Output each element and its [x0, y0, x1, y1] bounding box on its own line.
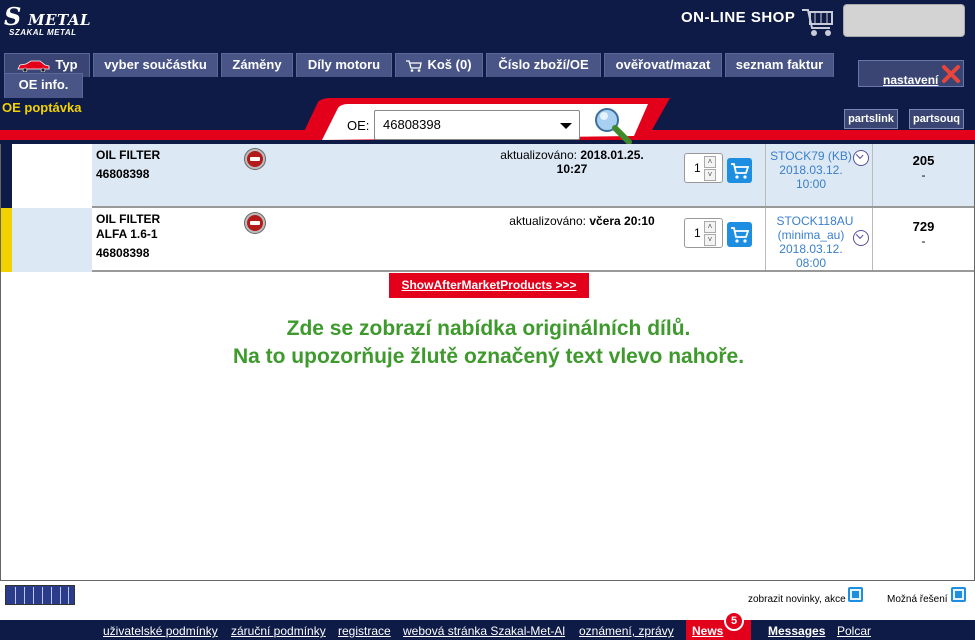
footer-link-messages[interactable]: Messages [768, 624, 825, 638]
logo-name-top: METAL [28, 11, 92, 29]
chevron-down-icon[interactable]: ˅ [704, 169, 716, 181]
tab-typ-label: Typ [55, 57, 78, 72]
updated-label: aktualizováno: [500, 148, 577, 162]
price-secondary: - [921, 168, 926, 182]
oe-label: OE: [347, 118, 370, 133]
novinky-label: zobrazit novinky, akce [748, 594, 846, 605]
product-name: OIL FILTER [96, 148, 161, 162]
nastaveni-button[interactable]: nastavení [858, 60, 964, 87]
tab-zameny[interactable]: Záměny [221, 53, 293, 77]
oe-number-select[interactable]: 46808398 [374, 110, 580, 140]
tab-oe-info[interactable]: OE info. [4, 73, 83, 98]
shopping-cart-icon [802, 9, 833, 36]
fiat-logo-icon [245, 213, 265, 233]
footer-link-registrace[interactable]: registrace [338, 624, 391, 638]
product-cell: OIL FILTER ALFA 1.6-1 46808398 aktualizo… [92, 208, 766, 272]
product-name: OIL FILTER [96, 212, 161, 226]
info-message: Zde se zobrazí nabídka originálních dílů… [1, 315, 975, 371]
footer-link-zarucni[interactable]: záruční podmínky [231, 624, 326, 638]
stock-cell: STOCK118AU (minima_au) 2018.03.12. 08:00 [766, 208, 873, 272]
chevron-down-icon [560, 123, 572, 129]
price-value: 205 [912, 153, 935, 168]
table-row: OIL FILTER 46808398 aktualizováno: 2018.… [1, 144, 974, 208]
tab-kos-label: Koš (0) [427, 57, 472, 72]
add-to-cart-button[interactable] [727, 222, 752, 247]
price-cell: 729 - [873, 208, 974, 272]
stock-time: 08:00 [795, 256, 827, 270]
stock-source: (minima_au) [777, 228, 845, 242]
footer-link-uzivatelske[interactable]: uživatelské podmínky [103, 624, 218, 638]
info-line-1: Zde se zobrazí nabídka originálních dílů… [286, 317, 691, 340]
quantity-value: 1 [694, 161, 701, 175]
close-icon [942, 65, 960, 83]
show-aftermarket-link[interactable]: ShowAfterMarketProducts >>> [389, 273, 589, 298]
login-box[interactable] [843, 4, 965, 37]
chevron-up-icon[interactable]: ˄ [704, 156, 716, 168]
product-code: 46808398 [96, 246, 150, 260]
row-marker [1, 144, 12, 208]
tab-cislo-zbozi[interactable]: Číslo zboží/OE [486, 53, 601, 77]
quantity-value: 1 [694, 226, 701, 240]
cart-icon [731, 163, 750, 179]
partslink-button[interactable]: partslink [844, 109, 898, 129]
footer-link-webova[interactable]: webová stránka Szakal-Met-Al [403, 624, 565, 638]
stock-cell: STOCK79 (KB) 2018.03.12. 10:00 [766, 144, 873, 208]
chevron-up-icon[interactable]: ˄ [704, 221, 716, 233]
reseni-checkbox[interactable] [951, 587, 966, 602]
tab-kos[interactable]: Koš (0) [395, 53, 483, 77]
news-count-badge: 5 [724, 611, 744, 631]
product-variant: ALFA 1.6-1 [96, 227, 158, 241]
tab-vyber-soucastku[interactable]: vyber součástku [93, 53, 218, 77]
nastaveni-label: nastavení [883, 73, 939, 87]
price-secondary: - [921, 234, 926, 248]
stock-date: 2018.03.12. [779, 242, 843, 256]
fiat-logo-icon [245, 149, 265, 169]
tab-dily-motoru[interactable]: Díly motoru [296, 53, 392, 77]
reseni-label: Možná řešení [887, 594, 948, 605]
stock-date: 2018.03.12. [779, 163, 843, 177]
updated-info: aktualizováno: 2018.01.25. 10:27 [497, 148, 647, 176]
tab-overovat-mazat[interactable]: ověřovat/mazat [604, 53, 722, 77]
info-line-2: Na to upozorňuje žlutě označený text vle… [232, 345, 745, 368]
footer-link-oznameni[interactable]: oznámení, zprávy [579, 624, 674, 638]
row-marker-highlight [1, 208, 12, 272]
clock-icon[interactable] [853, 150, 869, 166]
add-to-cart-button[interactable] [727, 158, 752, 183]
row-pad [12, 144, 92, 208]
novinky-checkbox[interactable] [848, 587, 863, 602]
product-code: 46808398 [96, 167, 150, 181]
oe-number-value: 46808398 [383, 117, 441, 132]
chevron-down-icon[interactable]: ˅ [704, 234, 716, 246]
clock-icon[interactable] [853, 230, 869, 246]
row-divider [92, 270, 974, 272]
stock-time: 10:00 [795, 177, 827, 191]
cart-icon [731, 227, 750, 243]
price-cell: 205 - [873, 144, 974, 208]
table-row: OIL FILTER ALFA 1.6-1 46808398 aktualizo… [1, 208, 974, 272]
quantity-stepper[interactable]: 1 ˄ ˅ [684, 218, 723, 248]
results-panel: OIL FILTER 46808398 aktualizováno: 2018.… [0, 144, 975, 581]
row-pad [12, 208, 92, 272]
search-icon[interactable] [593, 106, 633, 146]
footer-bar: uživatelské podmínky záruční podmínky re… [0, 620, 975, 640]
szakal-metal-logo[interactable]: S METAL SZAKAL METAL [4, 2, 91, 40]
tab-seznam-faktur[interactable]: seznam faktur [725, 53, 834, 77]
quantity-stepper[interactable]: 1 ˄ ˅ [684, 153, 723, 183]
price-value: 729 [912, 219, 935, 234]
shop-title: ON-LINE SHOP [681, 9, 796, 26]
logo-mark: S [4, 2, 21, 31]
logo-name-bottom: SZAKAL METAL [9, 28, 77, 37]
car-icon [17, 60, 50, 72]
stock-location: STOCK79 (KB) [770, 149, 852, 163]
footer-link-polcar[interactable]: Polcar [837, 624, 871, 638]
updated-label: aktualizováno: [509, 214, 586, 228]
stock-location: STOCK118AU [776, 214, 854, 228]
updated-info: aktualizováno: včera 20:10 [502, 214, 662, 228]
partsouq-button[interactable]: partsouq [909, 109, 964, 129]
basket-icon [406, 59, 423, 72]
news-label: News [692, 624, 724, 638]
updated-value: včera 20:10 [589, 214, 655, 228]
progress-indicator [5, 585, 75, 605]
product-cell: OIL FILTER 46808398 aktualizováno: 2018.… [92, 144, 766, 208]
